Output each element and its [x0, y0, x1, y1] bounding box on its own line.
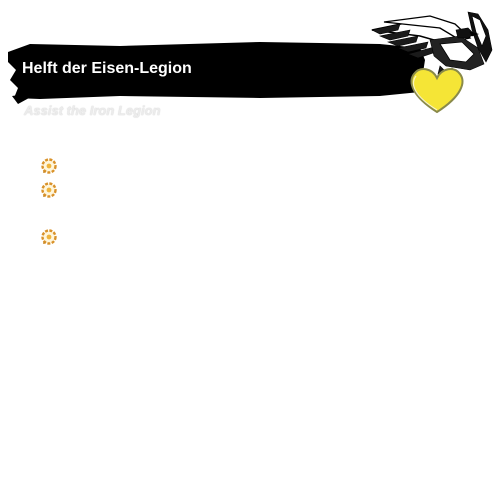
objective-list	[0, 0, 500, 500]
objective-marker-icon[interactable]	[40, 181, 58, 199]
objective-marker-icon[interactable]	[40, 157, 58, 175]
quest-tracker: Helft der Eisen-Legion Assist the Iron L…	[0, 0, 500, 500]
objective-marker-icon[interactable]	[40, 228, 58, 246]
